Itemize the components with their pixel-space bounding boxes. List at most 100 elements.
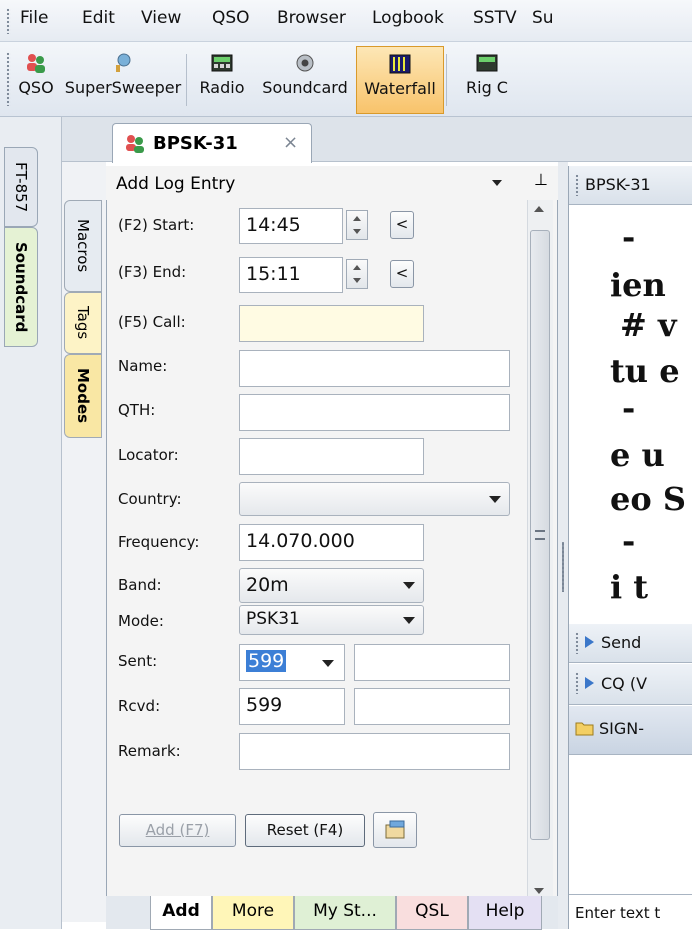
menu-qso[interactable]: QSO [212,8,250,28]
qth-input[interactable] [239,394,510,431]
sign-macro-button[interactable]: SIGN- [569,706,692,755]
close-icon[interactable]: × [283,132,298,153]
menu-grip[interactable] [6,8,11,34]
toolbar: QSO SuperSweeper Radio Soundcard Waterfa… [0,42,692,117]
menu-browser[interactable]: Browser [277,8,346,28]
menu-file[interactable]: File [20,8,48,28]
rcvd-label: Rcvd: [118,697,161,715]
form-settings-icon [385,820,405,839]
tab-add[interactable]: Add [150,896,212,930]
rig-control-button-label: Rig C [466,78,508,97]
menu-logbook[interactable]: Logbook [372,8,444,28]
call-input[interactable] [239,305,424,342]
locator-input[interactable] [239,438,424,475]
toolbar-separator [186,54,187,106]
rcvd-extra-input[interactable] [354,688,510,725]
folder-icon [575,722,594,736]
send-macro-button[interactable]: Send [569,624,692,663]
tab-ft857-label: FT-857 [12,161,30,213]
radio-icon [211,54,233,72]
menu-edit[interactable]: Edit [82,8,115,28]
waterfall-button[interactable]: Waterfall [356,46,444,114]
chevron-down-icon [322,660,334,667]
sign-macro-label: SIGN- [599,719,645,738]
start-spinner[interactable] [346,210,368,240]
tab-macros[interactable]: Macros [64,200,102,292]
tab-bpsk31-label: BPSK-31 [153,133,238,154]
transmit-text-input[interactable]: Enter text t [569,894,692,929]
tab-modes-label: Modes [74,368,92,424]
scroll-down-icon[interactable] [534,888,544,894]
sent-extra-input[interactable] [354,644,510,681]
sent-rst-combo[interactable]: 599 [239,644,345,681]
band-select[interactable]: 20m [239,568,424,603]
scroll-up-icon[interactable] [534,206,544,212]
reset-button[interactable]: Reset (F4) [245,814,365,847]
country-select[interactable] [239,482,510,516]
end-time-input[interactable]: 15:11 [239,257,343,293]
scrollbar-grip-icon [535,530,545,540]
sent-rst-value: 599 [246,650,287,672]
menu-sstv[interactable]: SSTV [473,8,517,28]
mode-select[interactable]: PSK31 [239,605,424,635]
tab-more-label: More [231,901,275,921]
add-button[interactable]: Add (F7) [119,814,236,847]
panel-splitter[interactable] [558,162,568,929]
band-select-value: 20m [246,574,289,596]
band-label: Band: [118,576,162,594]
end-now-button[interactable]: < [390,260,414,288]
soundcard-button-label: Soundcard [262,78,348,97]
supersweeper-antenna-icon [116,53,131,72]
frequency-input[interactable]: 14.070.000 [239,524,424,561]
tab-ft857[interactable]: FT-857 [4,147,38,227]
rig-control-button[interactable]: Rig C [452,46,522,112]
call-label: (F5) Call: [118,313,186,331]
chevron-up-icon [353,216,361,221]
toolbar-grip[interactable] [6,52,11,106]
chevron-down-icon [403,582,415,589]
name-label: Name: [118,357,168,375]
tab-tags[interactable]: Tags [64,292,102,354]
menu-more[interactable]: Su [532,8,554,28]
remark-label: Remark: [118,742,181,760]
settings-button[interactable] [373,812,417,848]
chevron-up-icon [353,265,361,270]
qso-button-label: QSO [18,78,54,97]
tab-more[interactable]: More [212,896,294,930]
panel-title: Add Log Entry [116,174,236,194]
tab-qsl[interactable]: QSL [396,896,468,930]
panel-header: Add Log Entry ⊥ [106,166,558,200]
rcvd-rst-input[interactable]: 599 [239,688,345,725]
cq-bar-grip [575,672,580,694]
supersweeper-button[interactable]: SuperSweeper [63,46,183,112]
menu-bar: File Edit View QSO Browser Logbook SSTV … [0,0,692,42]
tab-my-station-label: My St... [313,901,377,921]
receive-header-title: BPSK-31 [585,175,651,194]
name-input[interactable] [239,350,510,387]
qso-button[interactable]: QSO [14,46,58,112]
cq-macro-button[interactable]: CQ (V [569,664,692,705]
rx-text-line: - [622,389,636,427]
tab-my-station[interactable]: My St... [294,896,396,930]
end-spinner[interactable] [346,259,368,289]
start-time-input[interactable]: 14:45 [239,208,343,244]
tab-tags-label: Tags [74,306,92,340]
radio-button[interactable]: Radio [192,46,252,112]
tab-modes[interactable]: Modes [64,354,102,438]
rx-text-line: - [622,522,636,560]
supersweeper-button-label: SuperSweeper [64,78,182,97]
tab-qsl-label: QSL [415,901,449,921]
tab-bpsk31[interactable]: BPSK-31 × [112,123,312,163]
panel-dropdown-icon[interactable] [492,180,502,186]
soundcard-button[interactable]: Soundcard [256,46,354,112]
rx-text-line: ien [610,266,666,304]
tab-help[interactable]: Help [468,896,542,930]
tab-soundcard[interactable]: Soundcard [4,227,38,347]
pin-icon[interactable]: ⊥ [534,170,548,189]
start-now-button[interactable]: < [390,211,414,239]
remark-input[interactable] [239,733,510,770]
mode-select-value: PSK31 [246,609,300,629]
menu-view[interactable]: View [141,8,181,28]
receive-header-grip[interactable] [575,174,580,196]
country-label: Country: [118,490,182,508]
